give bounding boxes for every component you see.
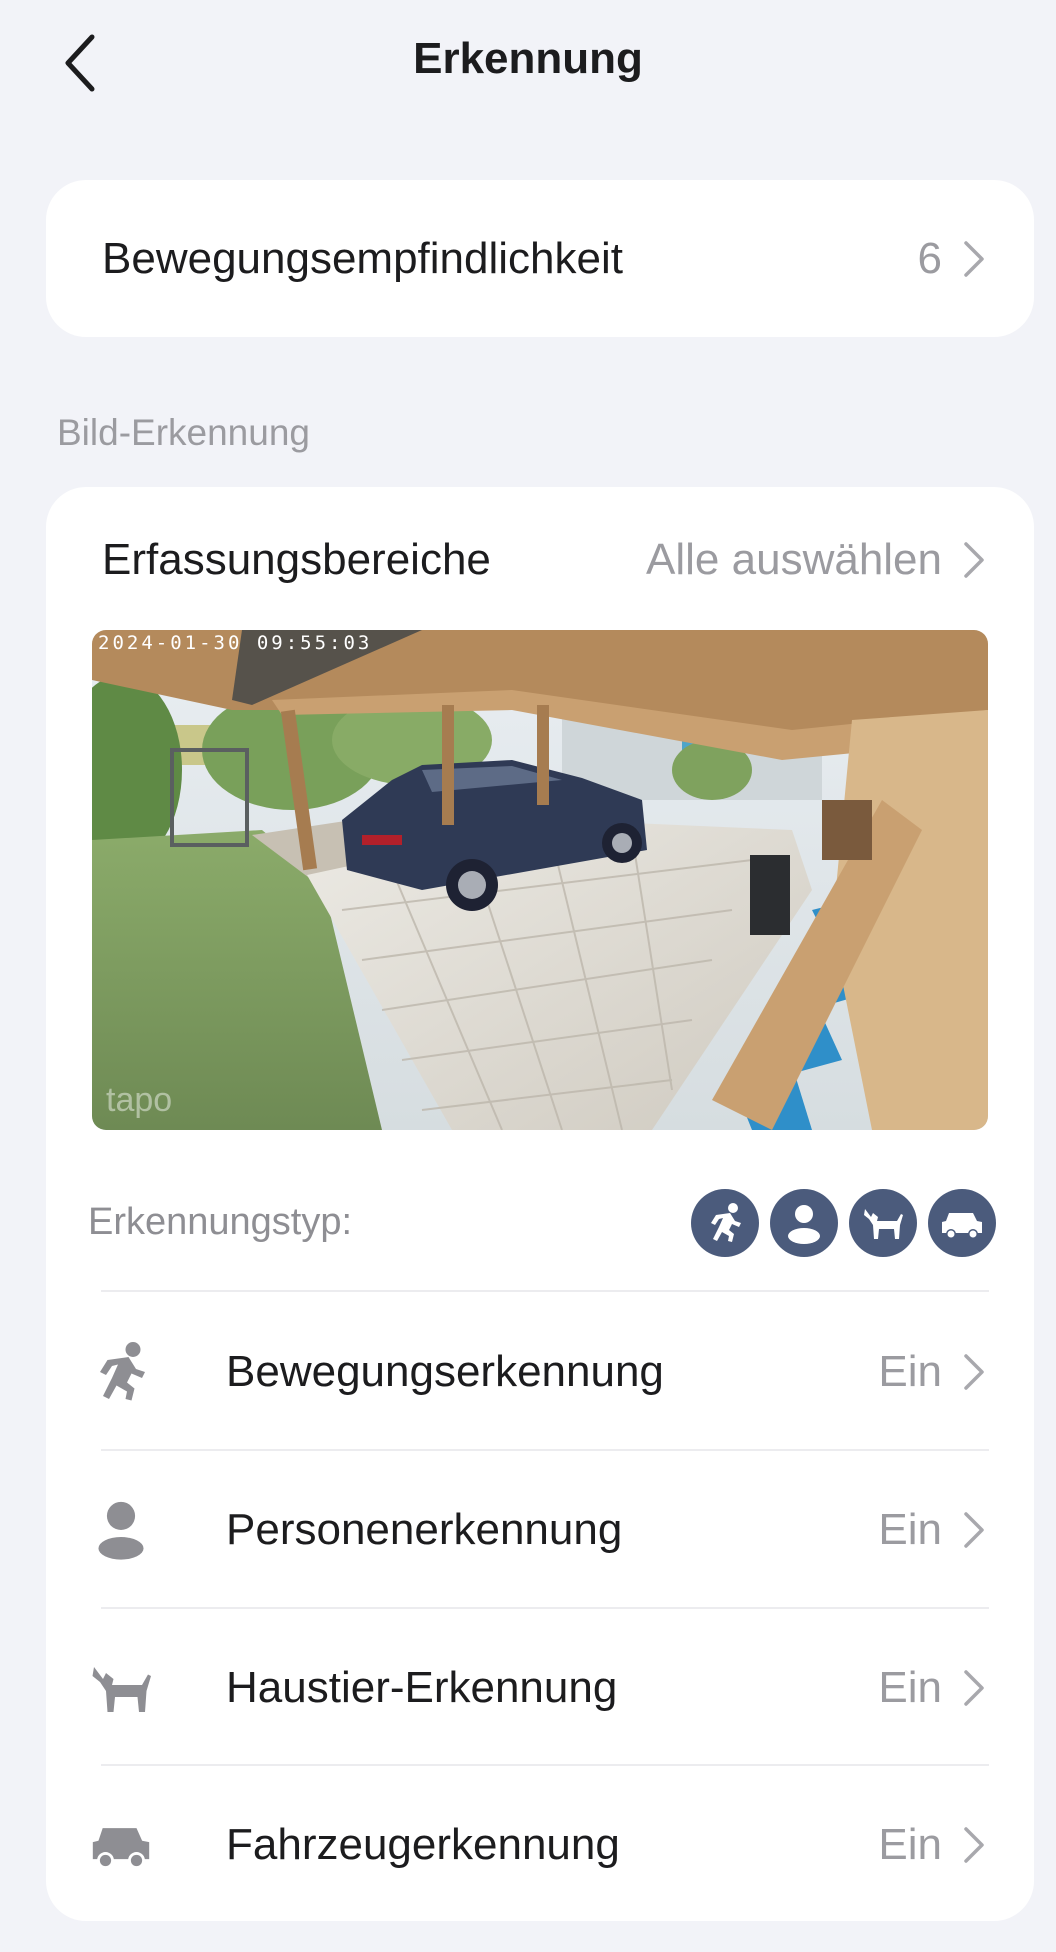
divider [101,1290,989,1292]
item-value: Ein [878,1504,942,1554]
list-item-vehicle-detection[interactable]: Fahrzeugerkennung Ein [46,1766,1034,1923]
detection-areas-row[interactable]: Erfassungsbereiche Alle auswählen [46,487,1034,632]
list-item-motion-detection[interactable]: Bewegungserkennung Ein [46,1293,1034,1450]
motion-icon [86,1337,156,1407]
vehicle-icon [928,1188,996,1257]
chevron-right-icon [964,240,984,277]
chevron-right-icon [964,1511,984,1548]
detection-type-row: Erkennungstyp: [46,1180,1034,1265]
page-title: Erkennung [413,34,643,83]
pet-icon [849,1188,917,1257]
item-value: Ein [878,1819,942,1869]
camera-preview[interactable]: 2024-01-30 09:55:03 tapo [92,630,988,1130]
person-icon [770,1188,838,1257]
person-icon [86,1495,156,1565]
sensitivity-row[interactable]: Bewegungsempfindlichkeit 6 [46,180,1034,337]
detection-areas-label: Erfassungsbereiche [102,534,491,584]
detection-areas-value: Alle auswählen [646,534,942,584]
item-value: Ein [878,1346,942,1396]
chevron-right-icon [964,1669,984,1706]
item-label: Bewegungserkennung [226,1346,664,1396]
pet-icon [86,1653,156,1723]
section-label: Bild-Erkennung [57,412,310,453]
item-label: Fahrzeugerkennung [226,1819,620,1869]
sensitivity-value: 6 [917,233,942,283]
chevron-right-icon [964,541,984,578]
sensitivity-card: Bewegungsempfindlichkeit 6 [46,180,1034,337]
detection-type-label: Erkennungstyp: [88,1201,353,1243]
vehicle-icon [86,1810,156,1880]
item-label: Haustier-Erkennung [226,1662,618,1712]
item-value: Ein [878,1662,942,1712]
detection-card: Erfassungsbereiche Alle auswählen 2024-0… [46,487,1034,1921]
preview-watermark: tapo [106,1081,173,1119]
detection-type-icons [691,1188,996,1257]
list-item-pet-detection[interactable]: Haustier-Erkennung Ein [46,1609,1034,1766]
list-item-person-detection[interactable]: Personenerkennung Ein [46,1451,1034,1608]
sensitivity-label: Bewegungsempfindlichkeit [102,233,623,283]
chevron-right-icon [964,1826,984,1863]
camera-snapshot-image [92,630,988,1130]
item-label: Personenerkennung [226,1504,623,1554]
chevron-right-icon [964,1353,984,1390]
motion-icon [691,1188,759,1257]
preview-timestamp: 2024-01-30 09:55:03 [98,632,373,654]
header: Erkennung [0,0,1056,130]
